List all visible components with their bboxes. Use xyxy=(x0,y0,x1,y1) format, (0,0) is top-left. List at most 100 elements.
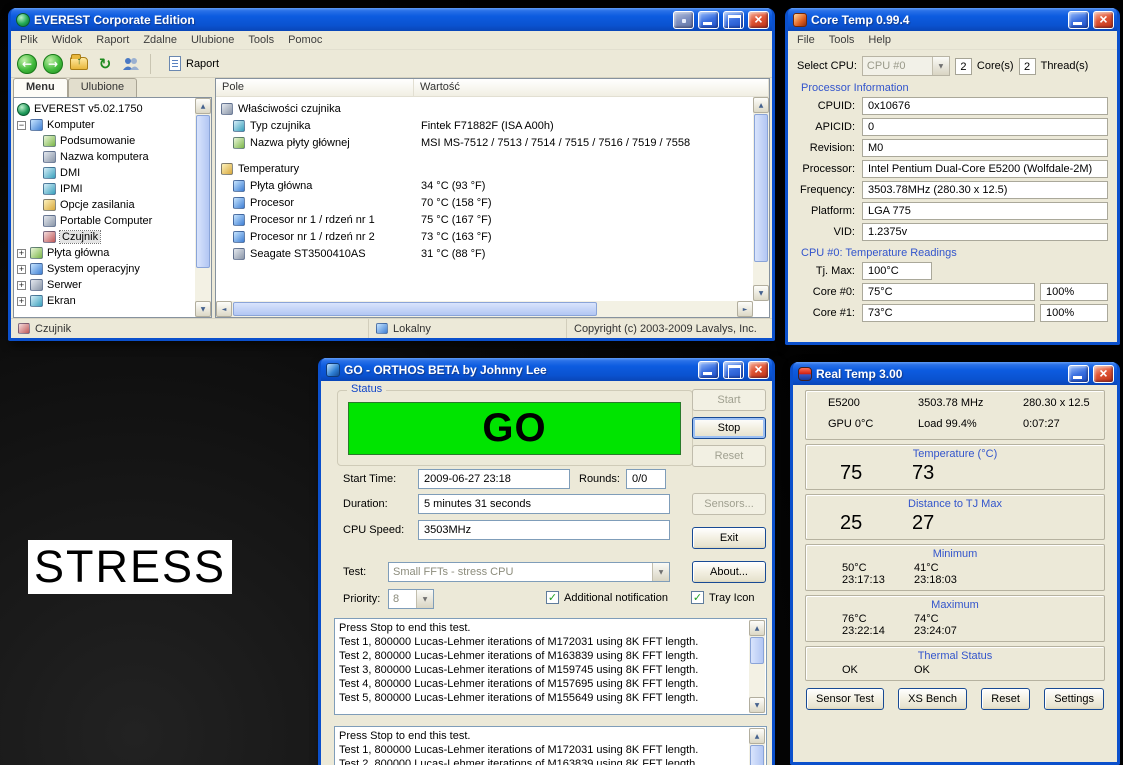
everest-titlebar[interactable]: EVEREST Corporate Edition xyxy=(11,8,772,31)
about-button[interactable]: About... xyxy=(692,561,766,583)
menu-plik[interactable]: Plik xyxy=(13,32,45,48)
reset-button[interactable]: Reset xyxy=(981,688,1030,710)
raport-button[interactable]: Raport xyxy=(160,53,228,74)
scroll-thumb[interactable] xyxy=(196,115,210,269)
menu-tools[interactable]: Tools xyxy=(822,32,862,48)
close-button[interactable] xyxy=(748,360,769,379)
sidebar-item-ipmi[interactable]: IPMI xyxy=(17,181,193,197)
sidebar-item-komputer[interactable]: Komputer xyxy=(17,117,193,133)
sensors-button[interactable]: Sensors... xyxy=(692,493,766,515)
log-scrollbar[interactable] xyxy=(749,728,765,765)
table-scrollbar-vertical[interactable] xyxy=(753,97,769,301)
start-button[interactable]: Start xyxy=(692,389,766,411)
up-folder-button[interactable] xyxy=(69,54,89,74)
menu-raport[interactable]: Raport xyxy=(89,32,136,48)
row-core2-temp[interactable]: Procesor nr 1 / rdzeń nr 2 73 °C (163 °F… xyxy=(216,228,753,245)
cpu-speed-field[interactable]: 3503MHz xyxy=(418,520,670,540)
group-row-sensor-properties[interactable]: Właściwości czujnika xyxy=(216,100,753,117)
stop-button[interactable]: Stop xyxy=(692,417,766,439)
sidebar-item-everest-root[interactable]: EVEREST v5.02.1750 xyxy=(17,101,193,117)
table-scrollbar-horizontal[interactable] xyxy=(216,301,753,317)
cpu-select-dropdown[interactable]: CPU #0 xyxy=(861,56,950,76)
row-typ-czujnika[interactable]: Typ czujnika Fintek F71882F (ISA A00h) xyxy=(216,117,753,134)
minimize-button[interactable] xyxy=(1068,364,1089,383)
tray-icon-checkbox[interactable]: Tray Icon xyxy=(691,591,754,604)
sidebar-item-dmi[interactable]: DMI xyxy=(17,165,193,181)
expand-icon[interactable] xyxy=(17,247,26,258)
coretemp-titlebar[interactable]: Core Temp 0.99.4 xyxy=(788,8,1117,31)
test-log-2[interactable]: Press Stop to end this test. Test 1, 800… xyxy=(334,726,767,765)
scroll-up-button[interactable] xyxy=(753,97,769,113)
close-button[interactable] xyxy=(748,10,769,29)
scroll-track[interactable] xyxy=(749,744,765,765)
log-scrollbar[interactable] xyxy=(749,620,765,713)
scroll-down-button[interactable] xyxy=(753,285,769,301)
scroll-right-button[interactable] xyxy=(737,301,753,317)
scroll-up-button[interactable] xyxy=(749,620,765,636)
scroll-left-button[interactable] xyxy=(216,301,232,317)
menu-file[interactable]: File xyxy=(790,32,822,48)
expand-icon[interactable] xyxy=(17,295,26,306)
row-core1-temp[interactable]: Procesor nr 1 / rdzeń nr 1 75 °C (167 °F… xyxy=(216,211,753,228)
column-header-pole[interactable]: Pole xyxy=(216,79,414,96)
menu-widok[interactable]: Widok xyxy=(45,32,90,48)
sensor-test-button[interactable]: Sensor Test xyxy=(806,688,884,710)
minimize-button[interactable] xyxy=(698,360,719,379)
scroll-down-button[interactable] xyxy=(749,697,765,713)
orthos-titlebar[interactable]: GO - ORTHOS BETA by Johnny Lee xyxy=(321,358,772,381)
settings-button[interactable]: Settings xyxy=(1044,688,1104,710)
sidebar-item-portable-computer[interactable]: Portable Computer xyxy=(17,213,193,229)
sidebar-item-czujnik[interactable]: Czujnik xyxy=(17,229,193,245)
menu-tools[interactable]: Tools xyxy=(241,32,281,48)
reset-button[interactable]: Reset xyxy=(692,445,766,467)
priority-dropdown[interactable]: 8 xyxy=(388,589,434,609)
group-row-temperatures[interactable]: Temperatury xyxy=(216,160,753,177)
sidebar-item-ekran[interactable]: Ekran xyxy=(17,293,193,309)
close-button[interactable] xyxy=(1093,10,1114,29)
exit-button[interactable]: Exit xyxy=(692,527,766,549)
row-plyta-glowna-temp[interactable]: Płyta główna 34 °C (93 °F) xyxy=(216,177,753,194)
users-button[interactable] xyxy=(121,54,141,74)
maximize-button[interactable] xyxy=(723,10,744,29)
sidebar-item-plyta-glowna[interactable]: Płyta główna xyxy=(17,245,193,261)
test-log-1[interactable]: Press Stop to end this test. Test 1, 800… xyxy=(334,618,767,715)
minimize-button[interactable] xyxy=(698,10,719,29)
menu-ulubione[interactable]: Ulubione xyxy=(184,32,241,48)
minimize-button[interactable] xyxy=(1068,10,1089,29)
test-dropdown[interactable]: Small FFTs - stress CPU xyxy=(388,562,670,582)
scroll-up-button[interactable] xyxy=(749,728,765,744)
xs-bench-button[interactable]: XS Bench xyxy=(898,688,968,710)
row-nazwa-plyty[interactable]: Nazwa płyty głównej MSI MS-7512 / 7513 /… xyxy=(216,134,753,151)
scroll-track[interactable] xyxy=(749,636,765,697)
scroll-track[interactable] xyxy=(232,301,737,317)
tab-ulubione[interactable]: Ulubione xyxy=(67,78,138,97)
sidebar-item-nazwa-komputera[interactable]: Nazwa komputera xyxy=(17,149,193,165)
expand-icon[interactable] xyxy=(17,263,26,274)
collapse-icon[interactable] xyxy=(17,119,26,130)
additional-notification-checkbox[interactable]: Additional notification xyxy=(546,591,668,604)
forward-button[interactable]: → xyxy=(43,53,63,74)
menu-pomoc[interactable]: Pomoc xyxy=(281,32,329,48)
scroll-track[interactable] xyxy=(195,114,211,301)
scroll-down-button[interactable] xyxy=(195,301,211,317)
sidebar-item-podsumowanie[interactable]: Podsumowanie xyxy=(17,133,193,149)
tab-menu[interactable]: Menu xyxy=(13,78,68,97)
maximize-button[interactable] xyxy=(723,360,744,379)
menu-zdalne[interactable]: Zdalne xyxy=(136,32,184,48)
scroll-thumb[interactable] xyxy=(233,302,597,316)
tree-scrollbar[interactable] xyxy=(195,98,211,317)
close-button[interactable] xyxy=(1093,364,1114,383)
menu-help[interactable]: Help xyxy=(861,32,898,48)
sidebar-item-serwer[interactable]: Serwer xyxy=(17,277,193,293)
column-header-wartosc[interactable]: Wartość xyxy=(414,79,769,96)
rounds-field[interactable]: 0/0 xyxy=(626,469,666,489)
sidebar-item-opcje-zasilania[interactable]: Opcje zasilania xyxy=(17,197,193,213)
scroll-thumb[interactable] xyxy=(750,637,764,665)
refresh-button[interactable]: ↻ xyxy=(95,54,115,74)
scroll-thumb[interactable] xyxy=(754,114,768,262)
back-button[interactable]: ← xyxy=(17,53,37,74)
row-hdd-temp[interactable]: Seagate ST3500410AS 31 °C (88 °F) xyxy=(216,245,753,262)
row-procesor-temp[interactable]: Procesor 70 °C (158 °F) xyxy=(216,194,753,211)
scroll-track[interactable] xyxy=(753,113,769,285)
expand-icon[interactable] xyxy=(17,279,26,290)
